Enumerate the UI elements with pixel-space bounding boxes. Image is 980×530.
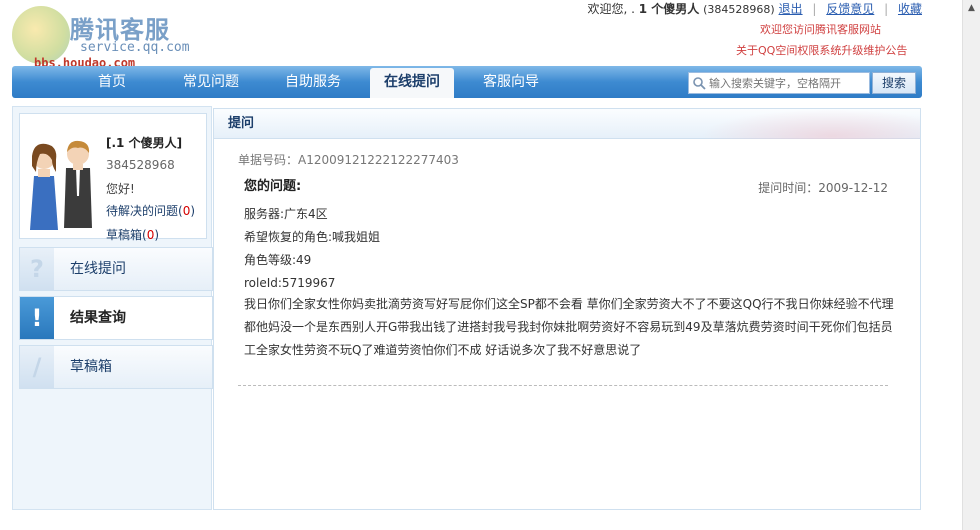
sidebar-item-results[interactable]: ! 结果查询 [19,296,213,340]
notice-link[interactable]: 欢迎您访问腾讯客服网站 [760,24,920,36]
pencil-glyph: / [32,353,42,381]
vertical-scrollbar[interactable]: ▲ [962,0,980,530]
profile-greeting: 您好! [106,182,135,196]
question-heading: 您的问题: [244,179,302,194]
profile-card: [.1 个傻男人] 384528968 您好! 待解决的问题(0) 草稿箱(0) [19,113,207,242]
nav-online-question[interactable]: 在线提问 [370,68,454,98]
notice-link[interactable]: 关于QQ空间权限系统升级维护公告 [736,44,922,58]
sidebar-item-label: 草稿箱 [70,359,112,375]
drafts-link[interactable]: 草稿箱(0) [106,226,159,243]
exclamation-glyph: ! [31,304,43,332]
feedback-link[interactable]: 反馈意见 [826,2,874,16]
greeting-text: 欢迎您, . [587,2,635,16]
divider: | [812,2,817,16]
search-box [688,72,870,94]
favorite-link[interactable]: 收藏 [898,2,922,16]
pending-questions-link[interactable]: 待解决的问题(0) [106,202,195,219]
search-input[interactable] [709,73,867,93]
question-time: 提问时间：2009-12-12 [758,181,888,195]
nav-self-service[interactable]: 自助服务 [270,66,356,98]
question-panel: 提问 单据号码：A12009121222122277403 您的问题: 提问时间… [213,108,921,510]
nav-home[interactable]: 首页 [74,66,150,98]
profile-qq: 384528968 [106,158,175,172]
logo-domain-text: service.qq.com [80,40,190,55]
question-mark-glyph: ? [30,255,44,283]
logout-link[interactable]: 退出 [779,2,803,16]
question-mark-icon: ? [20,248,54,290]
question-fields: 服务器:广东4区 希望恢复的角色:喊我姐姐 角色等级:49 roleId:571… [244,203,894,295]
profile-name: [.1 个傻男人] [106,136,183,150]
top-user-bar: 欢迎您, . 1 个傻男人 (384528968) 退出 | 反馈意见 | 收藏 [588,0,923,16]
pending-label: 待解决的问题( [106,204,183,218]
search-icon [693,77,706,90]
draft-label: 草稿箱( [106,228,147,242]
question-body: 我日你们全家女性你妈卖批滴劳资写好写屁你们这全SP都不会看 草你们全家劳资大不了… [244,297,894,357]
nav-guide[interactable]: 客服向导 [468,66,554,98]
sidebar-item-label: 在线提问 [70,261,126,277]
panel-header: 提问 [214,109,920,139]
sidebar-item-label: 结果查询 [70,310,126,326]
close-paren: ) [154,228,160,242]
site-logo[interactable]: 腾讯客服 service.qq.com bbs.houdao.com [8,4,208,70]
divider: | [884,2,889,16]
avatar [30,140,92,230]
user-name: 1 个傻男人 [638,2,700,16]
sidebar-item-drafts[interactable]: / 草稿箱 [19,345,213,389]
field-role: 希望恢复的角色:喊我姐姐 [244,230,381,244]
exclamation-icon: ! [20,297,54,339]
field-level: 角色等级:49 [244,253,312,267]
scroll-up-arrow-icon[interactable]: ▲ [965,2,978,15]
ticket-number: 单据号码：A12009121222122277403 [238,153,459,167]
left-sidebar: [.1 个傻男人] 384528968 您好! 待解决的问题(0) 草稿箱(0)… [12,106,213,510]
field-role-id: roleId:5719967 [244,276,336,290]
panel-title: 提问 [228,116,255,131]
pencil-icon: / [20,346,54,388]
content-divider [238,385,888,386]
nav-faq[interactable]: 常见问题 [168,66,254,98]
header-decoration [700,109,920,139]
user-qq: (384528968) [703,3,775,16]
search-button[interactable]: 搜索 [872,72,916,94]
close-paren: ) [190,204,196,218]
sidebar-item-ask[interactable]: ? 在线提问 [19,247,213,291]
field-server: 服务器:广东4区 [244,207,328,221]
